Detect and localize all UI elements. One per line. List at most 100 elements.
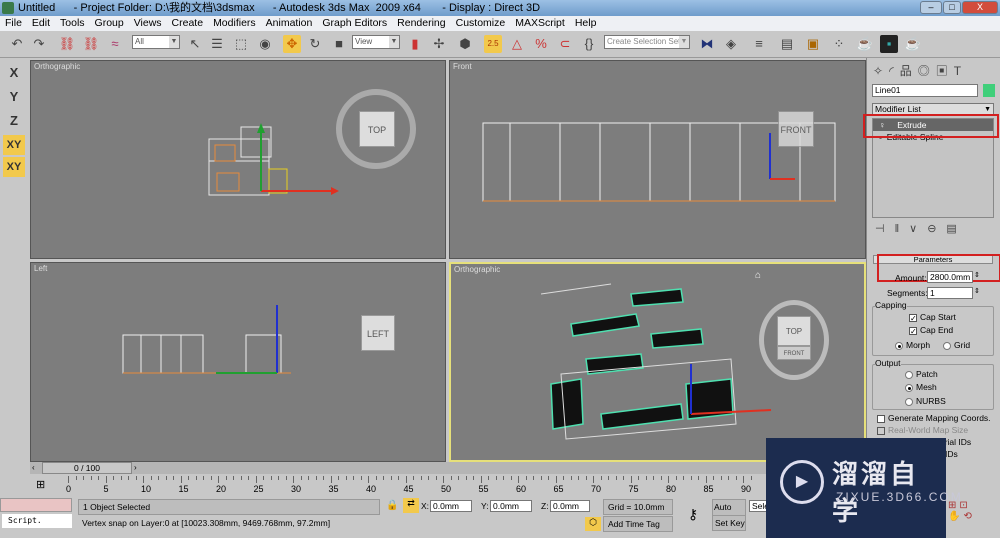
- selection-filter-dropdown[interactable]: All ▼: [132, 35, 180, 49]
- unlink-icon[interactable]: ⛓: [82, 35, 100, 53]
- constrain-x-button[interactable]: X: [3, 63, 25, 83]
- real-world-map-checkbox[interactable]: Real-World Map Size: [877, 425, 968, 435]
- pin-stack-icon[interactable]: ⊣: [875, 223, 895, 235]
- viewcube[interactable]: LEFT: [361, 315, 395, 351]
- bind-space-warp-icon[interactable]: ≈: [106, 35, 124, 53]
- mini-curve-editor-icon[interactable]: ⊞: [36, 478, 45, 491]
- stack-tools[interactable]: ⊣‖∨⊖▤: [875, 222, 967, 235]
- viewport-label[interactable]: Orthographic: [454, 265, 500, 274]
- command-panel-tabs[interactable]: ✧◜品◎▣T: [873, 62, 967, 79]
- make-unique-icon[interactable]: ∨: [909, 223, 927, 235]
- constrain-xy-plane-button[interactable]: XY: [3, 157, 25, 177]
- set-key-icon[interactable]: ⚷: [678, 499, 708, 529]
- viewport-label[interactable]: Front: [453, 62, 472, 71]
- viewport-perspective-active[interactable]: Orthographic TOP FRONT ⌂: [449, 262, 866, 462]
- angle-snap-icon[interactable]: △: [508, 35, 526, 53]
- morph-radio[interactable]: Morph: [895, 340, 930, 350]
- quick-render-icon[interactable]: ☕: [904, 35, 922, 53]
- viewport-front[interactable]: Front FRONT: [449, 60, 866, 259]
- home-icon[interactable]: ⌂: [755, 270, 761, 281]
- generate-mapping-checkbox[interactable]: Generate Mapping Coords.: [877, 413, 991, 423]
- snap-toggle-icon[interactable]: 2.5: [484, 35, 502, 53]
- viewport-label[interactable]: Orthographic: [34, 62, 80, 71]
- redo-icon[interactable]: ↷: [30, 35, 48, 53]
- time-slider[interactable]: 0 / 100: [42, 462, 132, 474]
- keyboard-shortcut-icon[interactable]: ⬢: [456, 35, 474, 53]
- link-icon[interactable]: ⛓: [58, 35, 76, 53]
- mesh-radio[interactable]: Mesh: [905, 382, 937, 392]
- menu-tools[interactable]: Tools: [60, 16, 85, 31]
- menu-file[interactable]: File: [5, 16, 22, 31]
- segments-input[interactable]: 1: [927, 287, 973, 299]
- absolute-mode-icon[interactable]: ⇄: [403, 498, 419, 513]
- reference-coord-dropdown[interactable]: View ▼: [352, 35, 400, 49]
- set-key-button[interactable]: Set Key: [712, 515, 746, 531]
- menu-group[interactable]: Group: [95, 16, 124, 31]
- menu-customize[interactable]: Customize: [456, 16, 506, 31]
- viewport-label[interactable]: Left: [34, 264, 47, 273]
- show-end-result-icon[interactable]: ‖: [895, 223, 910, 235]
- nurbs-radio[interactable]: NURBS: [905, 396, 946, 406]
- align-icon[interactable]: ◈: [722, 35, 740, 53]
- orbit-icon[interactable]: ⟲: [963, 511, 974, 522]
- constrain-z-button[interactable]: Z: [3, 111, 25, 131]
- cap-end-checkbox[interactable]: ✓ Cap End: [909, 325, 953, 335]
- menu-animation[interactable]: Animation: [266, 16, 313, 31]
- y-coordinate-input[interactable]: 0.0mm: [490, 500, 532, 512]
- mirror-icon[interactable]: ⧓: [698, 35, 716, 53]
- cap-start-checkbox[interactable]: ✓ Cap Start: [909, 312, 956, 322]
- add-time-tag-button[interactable]: Add Time Tag: [603, 516, 673, 532]
- viewcube[interactable]: FRONT: [778, 111, 814, 147]
- edit-named-selection-icon[interactable]: {}: [580, 35, 598, 53]
- configure-modifier-sets-icon[interactable]: ▤: [946, 223, 966, 235]
- remove-modifier-icon[interactable]: ⊖: [927, 223, 946, 235]
- object-name-input[interactable]: Line01: [872, 84, 978, 97]
- menu-help[interactable]: Help: [575, 16, 597, 31]
- object-color-swatch[interactable]: [983, 84, 995, 97]
- window-crossing-icon[interactable]: ◉: [256, 35, 274, 53]
- next-frame-icon[interactable]: ›: [134, 463, 142, 473]
- prev-frame-icon[interactable]: ‹: [32, 463, 40, 473]
- display-tab-icon[interactable]: ▣: [936, 64, 954, 78]
- viewcube-front-face[interactable]: FRONT: [777, 346, 811, 360]
- undo-icon[interactable]: ↶: [8, 35, 26, 53]
- z-coordinate-input[interactable]: 0.0mm: [550, 500, 590, 512]
- constrain-xy-button[interactable]: XY: [3, 135, 25, 155]
- menu-views[interactable]: Views: [134, 16, 162, 31]
- select-icon[interactable]: ↖: [186, 35, 204, 53]
- percent-snap-icon[interactable]: %: [532, 35, 550, 53]
- render-setup-icon[interactable]: ☕: [856, 35, 874, 53]
- script-input[interactable]: Script.: [2, 514, 72, 528]
- amount-input[interactable]: 2800.0mm: [927, 271, 973, 283]
- menu-rendering[interactable]: Rendering: [397, 16, 445, 31]
- menu-create[interactable]: Create: [172, 16, 204, 31]
- pan-icon[interactable]: ✋: [948, 511, 963, 522]
- create-tab-icon[interactable]: ✧: [873, 64, 889, 78]
- viewcube[interactable]: TOP: [359, 111, 395, 147]
- patch-radio[interactable]: Patch: [905, 369, 938, 379]
- move-icon[interactable]: ✥: [283, 35, 301, 53]
- menu-modifiers[interactable]: Modifiers: [213, 16, 256, 31]
- utilities-tab-icon[interactable]: T: [954, 64, 967, 78]
- modify-tab-icon[interactable]: ◜: [889, 64, 900, 78]
- spinner-snap-icon[interactable]: ⊂: [556, 35, 574, 53]
- rectangular-selection-icon[interactable]: ⬚: [232, 35, 250, 53]
- viewport-top-left[interactable]: Orthographic TOP: [30, 60, 446, 259]
- menu-maxscript[interactable]: MAXScript: [515, 16, 565, 31]
- manipulate-icon[interactable]: ✢: [430, 35, 448, 53]
- menu-edit[interactable]: Edit: [32, 16, 50, 31]
- motion-tab-icon[interactable]: ◎: [918, 64, 936, 78]
- x-coordinate-input[interactable]: 0.0mm: [430, 500, 472, 512]
- scale-icon[interactable]: ■: [330, 35, 348, 53]
- time-tag-icon[interactable]: ⬡: [585, 517, 601, 531]
- minimize-button[interactable]: –: [920, 1, 942, 14]
- rendered-frame-icon[interactable]: ▪: [880, 35, 898, 53]
- maximize-button[interactable]: □: [943, 1, 961, 14]
- select-by-name-icon[interactable]: ☰: [208, 35, 226, 53]
- grid-radio[interactable]: Grid: [943, 340, 970, 350]
- lock-selection-icon[interactable]: 🔒: [386, 500, 398, 511]
- track-bar[interactable]: 0 5 10 15 20 25 30 35 40 45 50 55 60 65 70 75 80 85 90: [66, 476, 800, 498]
- constrain-y-button[interactable]: Y: [3, 87, 25, 107]
- segments-spinner[interactable]: ⇕: [974, 287, 980, 295]
- time-slider-track[interactable]: ‹ 0 / 100 ›: [30, 462, 866, 474]
